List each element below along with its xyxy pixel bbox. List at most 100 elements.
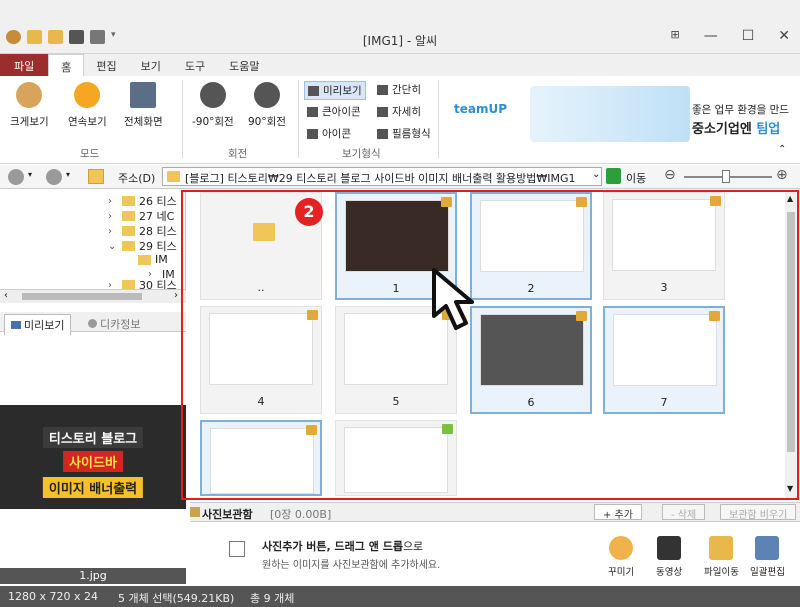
mouse-cursor-icon (432, 268, 474, 330)
folder-icon (122, 196, 135, 206)
tree-item[interactable]: ⌄ 29 티스 (108, 238, 177, 254)
view-icon-option[interactable]: 아이콘 (304, 125, 354, 142)
rotate-left-icon (199, 82, 226, 108)
tab-exif[interactable]: 디카정보 (82, 314, 146, 334)
view-large-icon-option[interactable]: 큰아이콘 (304, 103, 364, 120)
close-button[interactable]: ✕ (778, 28, 790, 44)
tab-view[interactable]: 보기 (129, 54, 173, 76)
tree-item[interactable]: › 28 티스 (108, 223, 177, 239)
preview-image: 티스토리 블로그 사이드바 이미지 배너출력 (0, 405, 186, 509)
decorate-button[interactable]: 꾸미기 (608, 536, 634, 578)
clear-box-button[interactable]: 보관함 비우기 (720, 504, 797, 521)
forward-button[interactable] (46, 169, 62, 185)
tab-home[interactable]: 홈 (48, 54, 85, 76)
tree-item[interactable]: › 26 티스 (108, 193, 177, 209)
detail-icon (377, 106, 388, 117)
minimize-button[interactable]: — (704, 28, 718, 44)
film-icon (657, 536, 682, 560)
preview-icon (11, 321, 21, 329)
scroll-left-icon[interactable]: ‹ (4, 290, 8, 301)
up-folder-icon[interactable] (88, 169, 104, 184)
group-label-rotate: 회전 (228, 148, 248, 160)
folder-icon (167, 171, 180, 182)
status-resolution: 1280 x 720 x 24 (8, 590, 98, 603)
banner-line3: 이미지 배너출력 (42, 477, 144, 498)
preview-filename: 1.jpg (0, 568, 186, 584)
back-button[interactable] (8, 169, 24, 185)
photo-box-title: 사진보관함 (202, 508, 253, 521)
group-label-view: 보기형식 (342, 148, 381, 160)
tree-horizontal-scrollbar[interactable]: ‹ › (0, 289, 186, 303)
go-arrow-icon[interactable] (606, 168, 621, 184)
ribbon-collapse-icon[interactable]: ⌃ (778, 144, 786, 155)
delete-button[interactable]: - 삭제 (662, 504, 706, 521)
ribbon-divider (182, 80, 183, 158)
forward-dropdown-icon[interactable]: ▾ (66, 170, 70, 179)
batch-edit-icon (755, 536, 780, 560)
back-dropdown-icon[interactable]: ▾ (28, 170, 32, 179)
folder-tree: › 26 티스 › 27 네C › 28 티스 ⌄ 29 티스 IM › IM › 30 티… (0, 190, 186, 302)
slideshow-button[interactable]: 연속보기 (68, 82, 107, 129)
preview-tabs: 미리보기 디카정보 (0, 312, 186, 335)
view-simple-option[interactable]: 간단히 (374, 81, 424, 98)
tab-file[interactable]: 파일 (0, 54, 49, 76)
tab-tools[interactable]: 도구 (173, 54, 217, 76)
group-label-mode: 모드 (80, 148, 100, 160)
move-file-button[interactable]: 파일이동 (704, 536, 739, 578)
photo-box-hint: 사진추가 버튼, 드래그 앤 드롭으로 원하는 이미지를 사진보관함에 추가하세… (262, 540, 441, 571)
status-selection: 5 개체 선택(549.21KB) (118, 592, 235, 605)
tab-edit[interactable]: 편집 (84, 54, 128, 76)
add-photo-icon (229, 541, 245, 557)
photo-box-bar: 사진보관함 [0장 0.00B] + 추가 - 삭제 보관함 비우기 (190, 502, 800, 522)
scroll-thumb[interactable] (22, 293, 142, 300)
ribbon-tabs: 파일 홈 편집 보기 도구 도움말 (0, 54, 800, 76)
rotate-left-button[interactable]: -90°회전 (192, 82, 234, 129)
zoom-slider-thumb[interactable] (722, 170, 730, 183)
address-label: 주소(D) (118, 172, 156, 185)
ad-banner[interactable]: teamUP 좋은 업무 환경을 만드 중소기업엔 팀업 ⌃ (440, 80, 795, 155)
small-icon-icon (307, 128, 318, 139)
ribbon-divider (298, 80, 299, 158)
ad-graphic (530, 86, 690, 142)
folder-move-icon (709, 536, 734, 560)
ad-line2: 중소기업엔 팀업 (692, 122, 781, 137)
banner-line2: 사이드바 (63, 451, 123, 472)
zoom-slider[interactable] (684, 170, 772, 183)
batch-edit-button[interactable]: 일괄편집 (750, 536, 785, 578)
rotate-right-icon (253, 82, 280, 108)
view-film-option[interactable]: 필름형식 (374, 125, 434, 142)
folder-icon (122, 226, 135, 236)
go-button[interactable]: 이동 (626, 170, 646, 186)
banner-line1: 티스토리 블로그 (42, 427, 144, 448)
status-bar: 1280 x 720 x 24 5 개체 선택(549.21KB) 총 9 개체 (0, 586, 800, 607)
pin-icon[interactable]: ⊞ (670, 28, 679, 44)
add-button[interactable]: + 추가 (594, 504, 642, 521)
mascot-icon (16, 82, 43, 108)
scroll-right-icon[interactable]: › (174, 290, 178, 301)
folder-icon (138, 254, 151, 265)
view-detail-option[interactable]: 자세히 (374, 103, 424, 120)
zoom-out-icon[interactable]: ⊖ (664, 167, 676, 183)
maximize-button[interactable]: ☐ (742, 28, 755, 44)
fullscreen-button[interactable]: 전체화면 (124, 82, 163, 129)
zoom-in-icon[interactable]: ⊕ (776, 167, 788, 183)
window-controls: ⊞ — ☐ ✕ (670, 28, 790, 44)
film-icon (377, 128, 388, 139)
folder-icon (122, 241, 135, 251)
tab-preview[interactable]: 미리보기 (4, 314, 72, 335)
video-button[interactable]: 동영상 (656, 536, 682, 578)
folder-icon (122, 211, 135, 221)
preview-icon (308, 85, 319, 96)
rotate-right-button[interactable]: 90°회전 (248, 82, 286, 129)
list-icon (377, 84, 388, 95)
tree-item[interactable]: IM (138, 253, 168, 266)
address-bar: ▾ ▾ 주소(D) [블로그] 티스토리₩29 티스토리 블로그 사이드바 이미… (0, 165, 800, 189)
big-view-button[interactable]: 크게보기 (10, 82, 49, 129)
tree-item[interactable]: › 27 네C (108, 208, 174, 224)
info-icon (88, 319, 97, 328)
tab-help[interactable]: 도움말 (217, 54, 271, 76)
view-preview-option[interactable]: 미리보기 (304, 81, 366, 100)
address-input[interactable]: [블로그] 티스토리₩29 티스토리 블로그 사이드바 이미지 배너출력 활용방… (162, 167, 602, 186)
teamup-logo: teamUP (454, 102, 508, 116)
address-dropdown-icon[interactable]: ⌄ (592, 169, 600, 180)
